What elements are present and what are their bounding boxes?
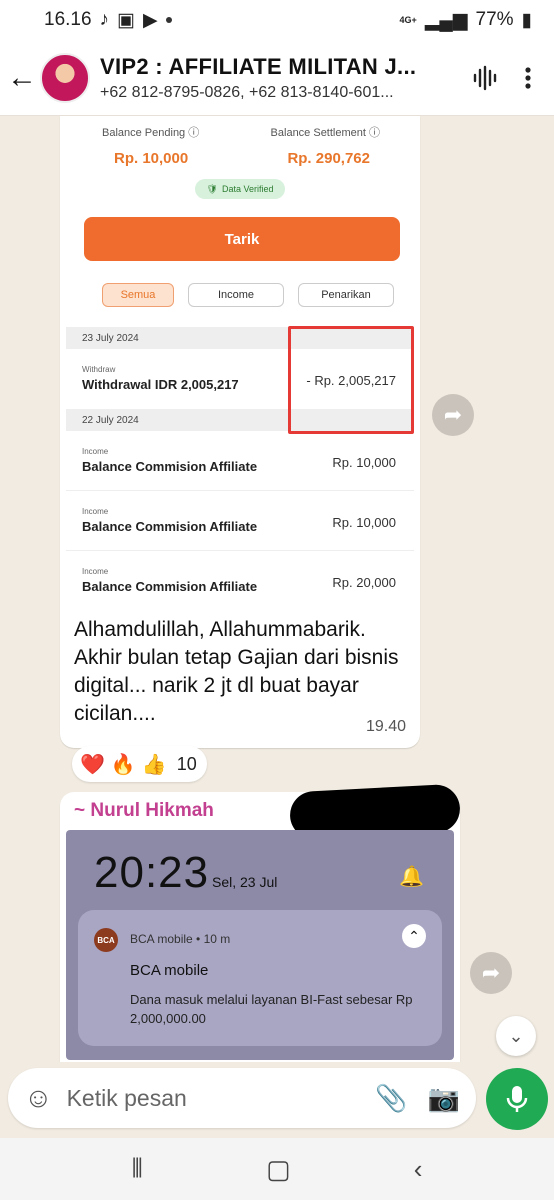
verified-badge: 🛡 Data Verified (195, 179, 285, 199)
status-right: 4G+ ▂▄▆ 77% ▮ (400, 9, 532, 32)
bca-notification: BCA BCA mobile • 10 m ⌃ BCA mobile Dana … (78, 910, 442, 1046)
notification-body: Dana masuk melalui layanan BI-Fast sebes… (130, 992, 413, 1026)
group-avatar[interactable] (40, 52, 90, 103)
balance-pending-label: Balance Pending ⓘ (102, 127, 200, 139)
chevron-up-icon: ⌃ (402, 924, 426, 948)
transaction-kind: Withdraw (82, 365, 116, 374)
balance-labels: Balance Pending ⓘ Balance Settlement ⓘ (66, 124, 414, 140)
transaction-row: Income Balance Commision Affiliate Rp. 2… (66, 551, 414, 604)
message-input[interactable]: Ketik pesan (67, 1085, 356, 1112)
more-notifications-icon (165, 17, 172, 23)
info-icon: ⓘ (369, 127, 380, 139)
home-icon[interactable]: ▢ (266, 1154, 291, 1185)
transaction-row: Income Balance Commision Affiliate Rp. 1… (66, 431, 414, 491)
fire-reaction: 🔥 (110, 753, 136, 776)
group-members: +62 812-8795-0826, +62 813-8140-601... (100, 83, 394, 101)
balance-values: Rp. 10,000 Rp. 290,762 (66, 150, 414, 167)
recent-apps-icon[interactable]: ⦀ (132, 1153, 143, 1185)
transaction-desc: Balance Commision Affiliate (82, 519, 258, 534)
attach-icon[interactable]: 📎 (375, 1083, 407, 1114)
shared-screenshot[interactable]: Balance Pending ⓘ Balance Settlement ⓘ R… (66, 116, 414, 604)
signal-icon: ▂▄▆ (424, 9, 468, 31)
mic-button[interactable] (486, 1068, 548, 1130)
header-actions (472, 65, 532, 91)
status-time: 16.16 (44, 9, 92, 30)
balance-settlement-value: Rp. 290,762 (287, 150, 370, 167)
camera-icon[interactable]: 📷 (428, 1083, 460, 1114)
scroll-to-bottom-icon[interactable]: ⌄ (496, 1016, 536, 1056)
transaction-desc: Withdrawal IDR 2,005,217 (82, 377, 239, 392)
notification-app-line: BCA mobile • 10 m (130, 932, 231, 946)
message-composer[interactable]: ☺ Ketik pesan 📎 📷 (8, 1068, 476, 1128)
transaction-desc: Balance Commision Affiliate (82, 579, 258, 594)
heart-reaction: ❤️ (80, 753, 105, 776)
status-notification-icons: ♪ ▣ ▶ (100, 9, 172, 32)
youtube-icon: ▶ (143, 9, 158, 31)
filter-all: Semua (102, 283, 174, 307)
lockscreen-date: Sel, 23 Jul (212, 874, 278, 890)
emoji-icon[interactable]: ☺ (24, 1082, 53, 1114)
battery-level: 77% (475, 9, 514, 30)
filter-withdrawal: Penarikan (298, 283, 394, 307)
back-nav-icon[interactable]: ‹ (414, 1154, 423, 1185)
voice-chat-icon[interactable] (472, 65, 498, 91)
transaction-kind: Income (82, 507, 109, 516)
reaction-count: 10 (176, 753, 197, 774)
transaction-kind: Income (82, 567, 109, 576)
shield-check-icon: 🛡 (206, 183, 218, 194)
chat-area[interactable]: Balance Pending ⓘ Balance Settlement ⓘ R… (0, 116, 554, 1062)
balance-pending-value: Rp. 10,000 (114, 150, 189, 167)
sender-name[interactable]: ~ Nurul Hikmah (74, 800, 214, 822)
network-type: 4G+ (399, 14, 417, 25)
forward-icon[interactable]: ➦ (432, 394, 474, 436)
filter-income: Income (188, 283, 284, 307)
status-bar: 16.16 ♪ ▣ ▶ 4G+ ▂▄▆ 77% ▮ (0, 0, 554, 40)
transaction-kind: Income (82, 447, 109, 456)
forward-icon[interactable]: ➦ (470, 952, 512, 994)
message-bubble[interactable]: ~ Nurul Hikmah 20:23 Sel, 23 Jul 🔔 BCA B… (60, 783, 462, 1062)
transaction-amount: Rp. 10,000 (332, 515, 396, 530)
filter-chips: Semua Income Penarikan (102, 283, 414, 307)
alarm-icon: 🔔 (399, 866, 424, 888)
balance-settlement-label: Balance Settlement ⓘ (270, 127, 380, 139)
gallery-icon: ▣ (117, 9, 135, 31)
message-bubble[interactable]: Balance Pending ⓘ Balance Settlement ⓘ R… (60, 116, 420, 748)
thumbs-up-reaction: 👍 (141, 753, 167, 776)
transaction-row: Income Balance Commision Affiliate Rp. 1… (66, 491, 414, 551)
system-nav-bar: ⦀ ▢ ‹ (0, 1138, 554, 1200)
bca-logo: BCA (94, 928, 118, 952)
lockscreen-image[interactable]: 20:23 Sel, 23 Jul 🔔 BCA BCA mobile • 10 … (66, 830, 454, 1060)
back-arrow-icon[interactable]: ← (2, 61, 42, 95)
transaction-amount: Rp. 20,000 (332, 575, 396, 590)
transaction-amount: Rp. 10,000 (332, 455, 396, 470)
tiktok-icon: ♪ (99, 9, 110, 30)
message-time: 19.40 (365, 718, 406, 735)
more-options-icon[interactable] (524, 66, 532, 90)
chat-header: ← VIP2 : AFFILIATE MILITAN J... +62 812-… (0, 40, 554, 116)
microphone-icon (506, 1086, 528, 1112)
chat-info[interactable]: VIP2 : AFFILIATE MILITAN J... +62 812-87… (100, 54, 472, 102)
notification-title: BCA mobile (130, 962, 209, 979)
withdraw-button: Tarik (84, 217, 400, 261)
info-icon: ⓘ (188, 127, 200, 139)
transaction-desc: Balance Commision Affiliate (82, 459, 258, 474)
group-title: VIP2 : AFFILIATE MILITAN J... (100, 53, 417, 79)
battery-icon: ▮ (521, 9, 532, 31)
reactions-bar[interactable]: ❤️ 🔥 👍 10 (72, 746, 207, 782)
message-text: Alhamdulillah, Allahummabarik. Akhir bul… (74, 618, 399, 725)
lockscreen-clock: 20:23 (94, 848, 210, 897)
highlight-annotation (288, 326, 414, 434)
